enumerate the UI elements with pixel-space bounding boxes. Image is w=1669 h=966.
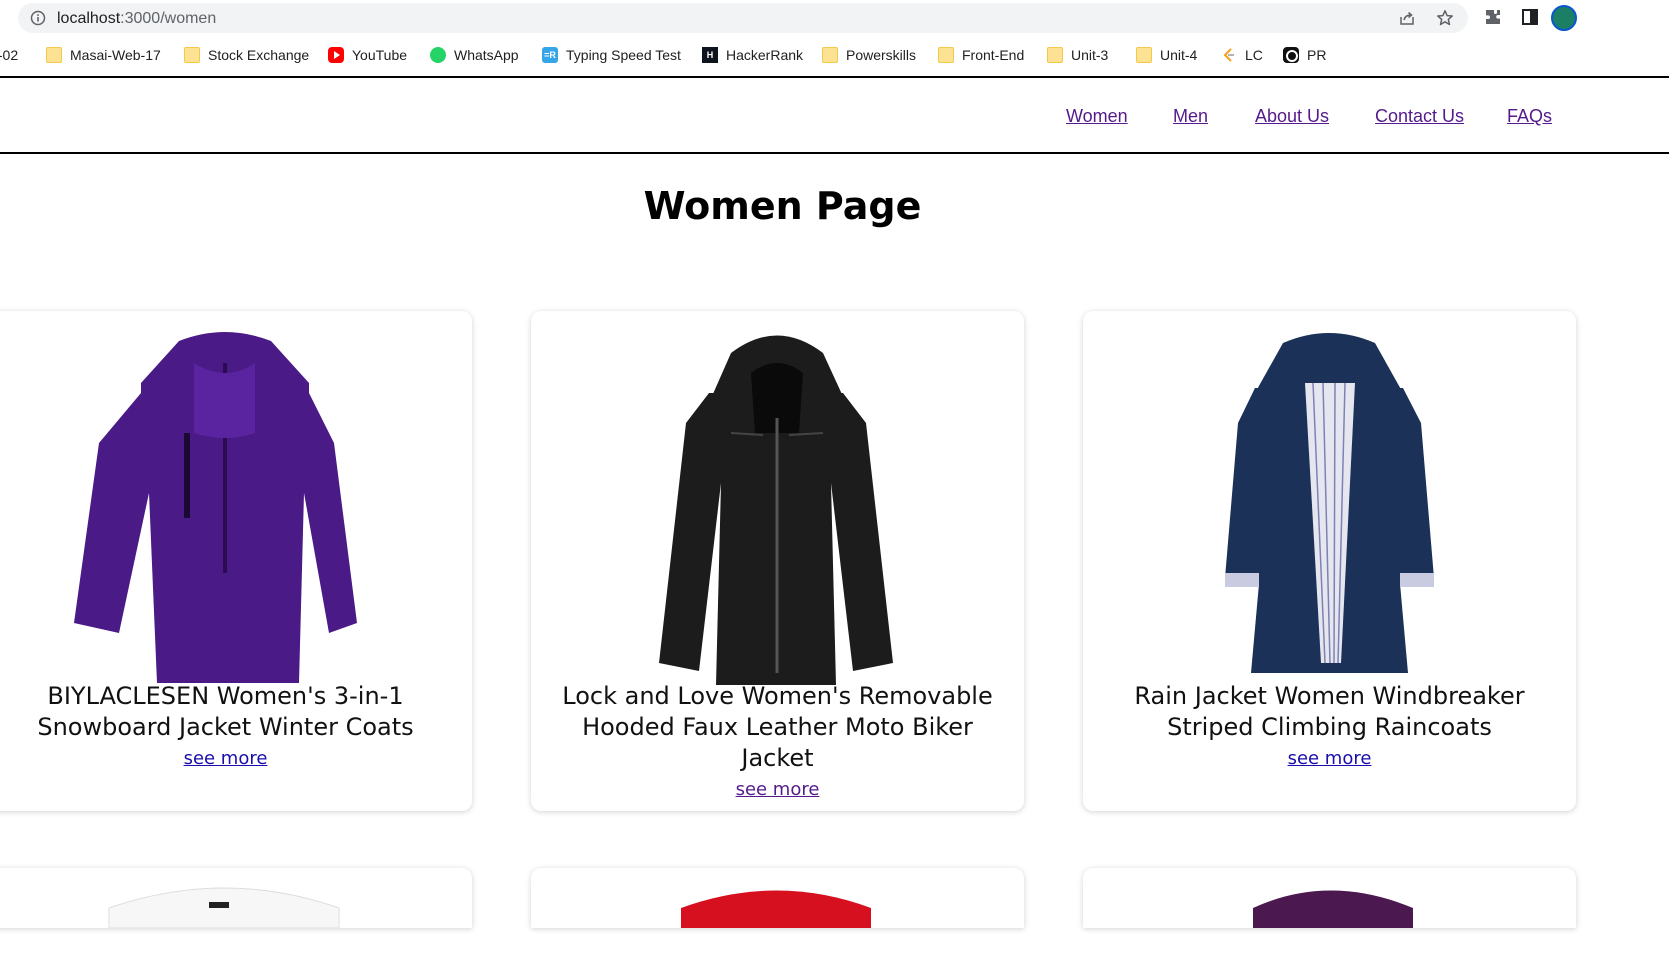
product-card: Lock and Love Women's Removable Hooded F… xyxy=(531,311,1024,811)
url-host: localhost xyxy=(57,10,121,27)
product-card xyxy=(1083,868,1576,928)
folder-icon xyxy=(938,47,954,63)
whatsapp-icon xyxy=(430,47,446,63)
folder-icon xyxy=(822,47,838,63)
pr-icon xyxy=(1283,47,1299,63)
typing-speed-icon: =R xyxy=(542,47,558,63)
side-panel-icon[interactable] xyxy=(1521,8,1539,26)
bookmark-whatsapp[interactable]: WhatsApp xyxy=(430,44,519,66)
product-title: Lock and Love Women's Removable Hooded F… xyxy=(562,682,993,772)
bookmark-label: I-02 xyxy=(0,47,19,63)
bookmark-label: YouTube xyxy=(352,47,408,63)
bookmark-lc[interactable]: LC xyxy=(1221,44,1263,66)
page-title: Women Page xyxy=(643,184,922,228)
product-image[interactable] xyxy=(0,323,472,685)
bookmark-youtube[interactable]: YouTube xyxy=(328,44,407,66)
url-path: :3000/women xyxy=(120,10,217,27)
bookmark-masai-web-17[interactable]: Masai-Web-17 xyxy=(46,44,161,66)
bookmark-label: WhatsApp xyxy=(454,47,519,63)
product-image[interactable] xyxy=(531,323,1024,685)
product-image[interactable] xyxy=(1083,868,1576,928)
bookmark-label: PR xyxy=(1307,47,1327,63)
see-more-link[interactable]: see more xyxy=(0,743,452,774)
bookmark-pr[interactable]: PR xyxy=(1283,44,1326,66)
product-card: BIYLACLESEN Women's 3-in-1 Snowboard Jac… xyxy=(0,311,472,811)
info-icon[interactable] xyxy=(30,10,46,26)
bookmark-typing-speed-test[interactable]: =R Typing Speed Test xyxy=(542,44,681,66)
extensions-icon[interactable] xyxy=(1484,8,1502,26)
youtube-icon xyxy=(328,47,344,63)
bookmark-unit-4[interactable]: Unit-4 xyxy=(1136,44,1197,66)
bookmark-label: HackerRank xyxy=(726,47,804,63)
see-more-link[interactable]: see more xyxy=(1103,743,1556,774)
main-navbar: Women Men About Us Contact Us FAQs xyxy=(0,78,1669,154)
product-image[interactable] xyxy=(1083,323,1576,685)
nav-contact-link[interactable]: Contact Us xyxy=(1375,106,1464,127)
bookmark-label: Typing Speed Test xyxy=(566,47,681,63)
star-icon[interactable] xyxy=(1436,9,1454,27)
folder-icon xyxy=(46,47,62,63)
browser-toolbar: localhost:3000/women xyxy=(0,0,1669,36)
leetcode-icon xyxy=(1223,48,1234,62)
product-title: Rain Jacket Women Windbreaker Striped Cl… xyxy=(1134,682,1525,741)
url-text[interactable]: localhost:3000/women xyxy=(57,10,216,28)
bookmark-label: LC xyxy=(1245,47,1263,63)
bookmark-label: Unit-4 xyxy=(1160,47,1198,63)
bookmark-label: Powerskills xyxy=(846,47,917,63)
hackerrank-icon: H xyxy=(702,47,718,63)
bookmark-unit-3[interactable]: Unit-3 xyxy=(1047,44,1108,66)
bookmark-stock-exchange[interactable]: Stock Exchange xyxy=(184,44,309,66)
bookmark-label: Masai-Web-17 xyxy=(70,47,161,63)
bookmark-front-end[interactable]: Front-End xyxy=(938,44,1024,66)
bookmark-label: Front-End xyxy=(962,47,1025,63)
product-info: Rain Jacket Women Windbreaker Striped Cl… xyxy=(1103,681,1556,774)
nav-men-link[interactable]: Men xyxy=(1173,106,1208,127)
product-title: BIYLACLESEN Women's 3-in-1 Snowboard Jac… xyxy=(37,682,414,741)
product-info: Lock and Love Women's Removable Hooded F… xyxy=(551,681,1004,805)
see-more-link[interactable]: see more xyxy=(551,774,1004,805)
bookmarks-bar: I-02 Masai-Web-17 Stock Exchange YouTube… xyxy=(0,40,1669,70)
share-icon[interactable] xyxy=(1398,9,1416,27)
bookmark-i-02[interactable]: I-02 xyxy=(0,44,18,66)
address-bar[interactable]: localhost:3000/women xyxy=(18,3,1468,33)
product-card xyxy=(531,868,1024,928)
product-image[interactable] xyxy=(531,868,1024,928)
folder-icon xyxy=(1136,47,1152,63)
folder-icon xyxy=(1047,47,1063,63)
bookmark-label: Unit-3 xyxy=(1071,47,1109,63)
nav-about-link[interactable]: About Us xyxy=(1255,106,1329,127)
product-card xyxy=(0,868,472,928)
folder-icon xyxy=(184,47,200,63)
product-image[interactable] xyxy=(0,868,472,928)
nav-faqs-link[interactable]: FAQs xyxy=(1507,106,1552,127)
product-info: BIYLACLESEN Women's 3-in-1 Snowboard Jac… xyxy=(0,681,452,774)
bookmark-label: Stock Exchange xyxy=(208,47,310,63)
bookmark-powerskills[interactable]: Powerskills xyxy=(822,44,916,66)
bookmark-hackerrank[interactable]: H HackerRank xyxy=(702,44,803,66)
nav-women-link[interactable]: Women xyxy=(1066,106,1128,127)
product-card: Rain Jacket Women Windbreaker Striped Cl… xyxy=(1083,311,1576,811)
profile-avatar[interactable] xyxy=(1551,5,1577,31)
